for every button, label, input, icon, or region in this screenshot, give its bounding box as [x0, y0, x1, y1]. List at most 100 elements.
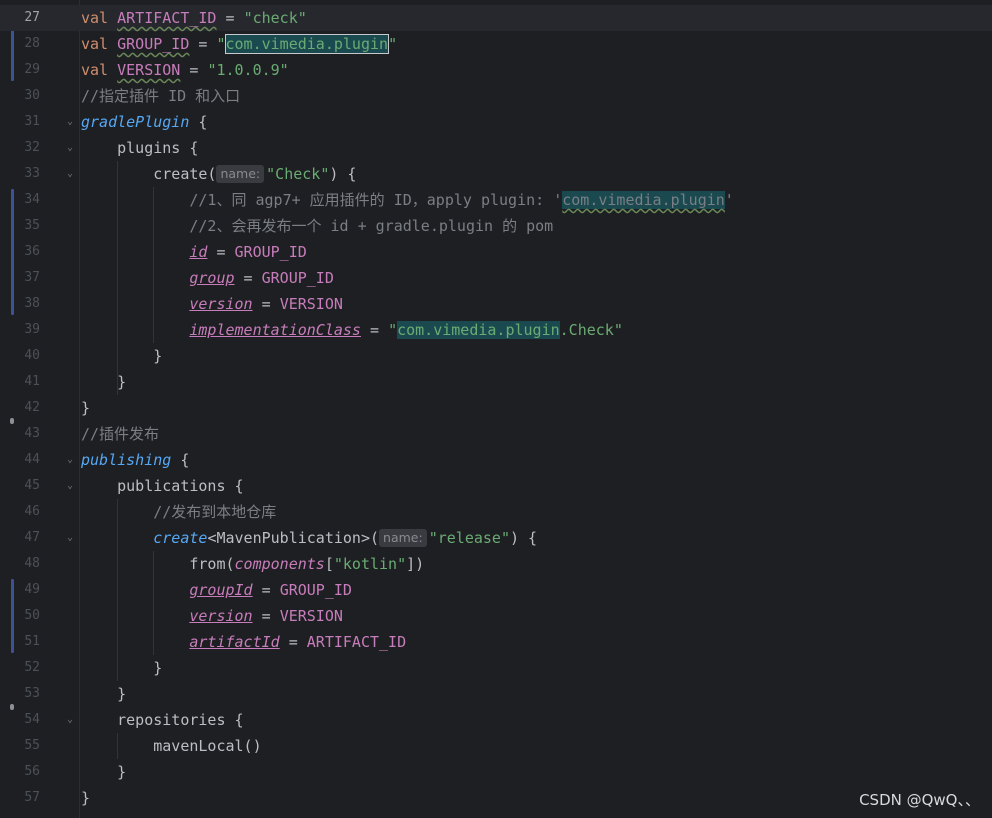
string: "1.0.0.9" — [207, 61, 289, 79]
code-line[interactable]: 34 //1、同 agp7+ 应用插件的 ID，apply plugin: 'c… — [0, 187, 992, 213]
property: version — [189, 295, 253, 313]
line-number: 27 — [24, 10, 40, 25]
token: = — [360, 321, 389, 339]
code-line[interactable]: 52 } — [0, 655, 992, 681]
code-line[interactable]: 35 //2、会再发布一个 id + gradle.plugin 的 pom — [0, 213, 992, 239]
code-line[interactable]: 28 val GROUP_ID = "com.vimedia.plugin" — [0, 31, 992, 57]
code-line[interactable]: 31 ⌄ gradlePlugin { — [0, 109, 992, 135]
code-line[interactable]: 51 artifactId = ARTIFACT_ID — [0, 629, 992, 655]
code-line[interactable]: 32 ⌄ plugins { — [0, 135, 992, 161]
string: " — [216, 35, 226, 53]
keyword: val — [81, 9, 109, 27]
chevron-down-icon[interactable]: ⌄ — [64, 707, 76, 733]
string: .Check" — [559, 321, 623, 339]
token: = — [216, 9, 244, 27]
line-number: 44 — [24, 452, 40, 467]
line-number: 42 — [24, 400, 40, 415]
function-call: gradlePlugin — [81, 113, 190, 131]
line-number: 34 — [24, 192, 40, 207]
property: artifactId — [189, 633, 280, 651]
line-number: 55 — [24, 738, 40, 753]
code-line[interactable]: 54 ⌄ repositories { — [0, 707, 992, 733]
token: = — [252, 607, 280, 625]
code-line[interactable]: 44 ⌄ publishing { — [0, 447, 992, 473]
string: "Check" — [266, 165, 330, 183]
line-number: 53 — [24, 686, 40, 701]
property: version — [189, 607, 253, 625]
token: = — [252, 295, 280, 313]
code-text: } — [81, 659, 163, 677]
comment: //1、同 agp7+ 应用插件的 ID，apply plugin: ' — [81, 191, 563, 209]
code-line[interactable]: 38 version = VERSION — [0, 291, 992, 317]
chevron-down-icon[interactable]: ⌄ — [64, 447, 76, 473]
chevron-down-icon[interactable]: ⌄ — [64, 161, 76, 187]
function-call: create — [153, 529, 208, 547]
chevron-down-icon[interactable]: ⌄ — [64, 109, 76, 135]
code-line[interactable]: 30 //指定插件 ID 和入口 — [0, 83, 992, 109]
code-line[interactable]: 36 id = GROUP_ID — [0, 239, 992, 265]
code-text: publications { — [81, 477, 244, 495]
code-line[interactable]: 55 mavenLocal() — [0, 733, 992, 759]
token: from( — [81, 555, 235, 573]
code-line[interactable]: 29 val VERSION = "1.0.0.9" — [0, 57, 992, 83]
token: ) { — [509, 529, 538, 547]
code-text: } — [81, 373, 127, 391]
line-number: 51 — [24, 634, 40, 649]
parameter-hint: name: — [216, 165, 265, 183]
keyword: val — [81, 35, 109, 53]
line-number: 50 — [24, 608, 40, 623]
code-line[interactable]: 43 //插件发布 — [0, 421, 992, 447]
code-line[interactable]: 56 } — [0, 759, 992, 785]
token: <MavenPublication>( — [207, 529, 380, 547]
token: = — [189, 35, 217, 53]
code-line[interactable]: 33 ⌄ create(name: "Check") { — [0, 161, 992, 187]
code-line[interactable]: 57 } — [0, 785, 992, 811]
chevron-down-icon[interactable]: ⌄ — [64, 525, 76, 551]
code-line[interactable]: 47 ⌄ create<MavenPublication>(name: "rele… — [0, 525, 992, 551]
token: create( — [81, 165, 217, 183]
comment: //发布到本地仓库 — [81, 503, 277, 521]
property: groupId — [189, 581, 253, 599]
token: = — [234, 269, 262, 287]
code-editor[interactable]: 27 val ARTIFACT_ID = "check" 28 val GROU… — [0, 0, 992, 818]
code-line[interactable]: 40 } — [0, 343, 992, 369]
code-line[interactable]: 27 val ARTIFACT_ID = "check" — [0, 5, 992, 31]
line-number: 39 — [24, 322, 40, 337]
line-number: 37 — [24, 270, 40, 285]
code-line[interactable]: 45 ⌄ publications { — [0, 473, 992, 499]
code-line[interactable]: 50 version = VERSION — [0, 603, 992, 629]
constant: GROUP_ID — [279, 581, 352, 599]
chevron-down-icon[interactable]: ⌄ — [64, 473, 76, 499]
line-number: 43 — [24, 426, 40, 441]
code-line[interactable]: 37 group = GROUP_ID — [0, 265, 992, 291]
code-line[interactable]: 48 from(components["kotlin"]) — [0, 551, 992, 577]
string: "release" — [428, 529, 510, 547]
code-text: mavenLocal() — [81, 737, 262, 755]
chevron-down-icon[interactable]: ⌄ — [64, 135, 76, 161]
code-line[interactable]: 42 } — [0, 395, 992, 421]
constant: GROUP_ID — [234, 243, 307, 261]
code-line[interactable]: 49 groupId = GROUP_ID — [0, 577, 992, 603]
code-line[interactable]: 53 } — [0, 681, 992, 707]
line-number: 52 — [24, 660, 40, 675]
token: ) { — [329, 165, 357, 183]
line-number: 47 — [24, 530, 40, 545]
code-line[interactable]: 46 //发布到本地仓库 — [0, 499, 992, 525]
token: = — [279, 633, 307, 651]
line-number: 57 — [24, 790, 40, 805]
code-line[interactable]: 39 implementationClass = "com.vimedia.pl… — [0, 317, 992, 343]
string: "check" — [243, 9, 307, 27]
code-line[interactable]: 41 } — [0, 369, 992, 395]
token: [ — [324, 555, 334, 573]
property: id — [189, 243, 208, 261]
line-number: 48 — [24, 556, 40, 571]
line-number: 33 — [24, 166, 40, 181]
parameter-hint: name: — [379, 529, 427, 547]
